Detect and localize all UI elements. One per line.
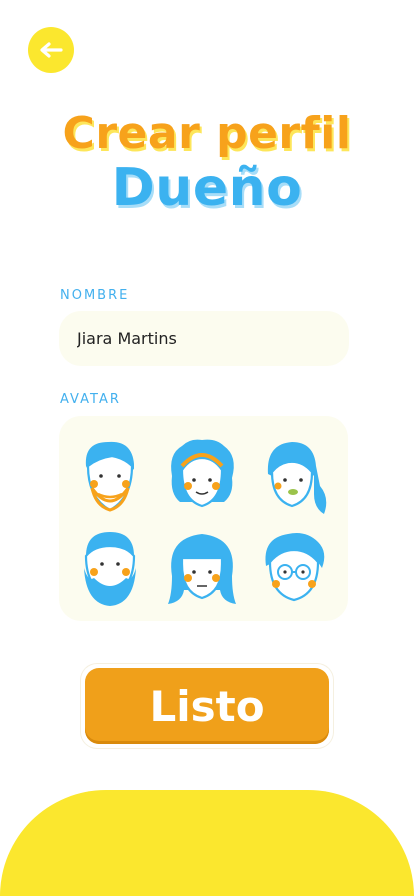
bottom-decoration	[0, 790, 414, 896]
avatar-man-glasses[interactable]	[258, 528, 330, 608]
avatar-man-beard-orange[interactable]	[74, 436, 146, 516]
avatar-man-full-beard[interactable]	[74, 528, 146, 608]
back-button[interactable]	[28, 27, 74, 73]
done-button[interactable]: Listo	[85, 668, 329, 744]
page-subtitle: Dueño	[111, 158, 303, 218]
page-title: Crear perfil	[62, 108, 352, 159]
avatar-label: AVATAR	[60, 392, 121, 407]
avatar-woman-bangs[interactable]	[166, 528, 238, 608]
avatar-woman-ponytail[interactable]	[258, 436, 330, 516]
done-button-frame: Listo	[81, 664, 333, 748]
avatar-grid	[59, 416, 348, 621]
name-label: NOMBRE	[60, 288, 130, 303]
arrow-left-icon	[40, 42, 63, 58]
name-input[interactable]	[59, 311, 349, 366]
avatar-woman-curly-hair[interactable]	[166, 436, 238, 516]
